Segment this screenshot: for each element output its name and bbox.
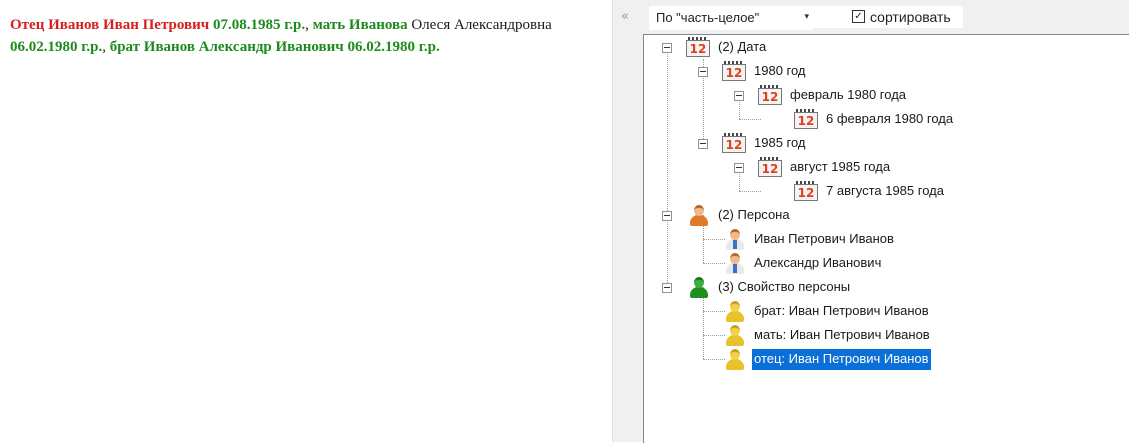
tree-node-label: брат: Иван Петрович Иванов: [754, 303, 929, 318]
chevron-down-icon[interactable]: ▾: [804, 11, 809, 23]
calendar-icon: 12: [756, 156, 784, 178]
tree-node-label: август 1985 года: [790, 159, 891, 174]
calendar-icon: 12: [756, 84, 784, 106]
grouping-dropdown-value: По "часть-целое": [656, 10, 760, 25]
tree-node-label: 7 августа 1985 года: [826, 183, 944, 198]
calendar-icon: 12: [792, 108, 820, 130]
person-property-icon: [720, 348, 748, 370]
person-group-icon: [684, 204, 712, 226]
entity-father-birthdate[interactable]: 07.08.1985 г.р.: [209, 17, 305, 33]
person-icon: [720, 228, 748, 250]
tree-connector: [667, 47, 668, 287]
person-property-icon: [720, 324, 748, 346]
structure-pane: По "часть-целое" ▾ ✓ сортировать 12 (2) …: [637, 0, 1129, 443]
collapse-feb-1980-icon[interactable]: [734, 91, 744, 101]
entity-brother[interactable]: брат Иванов Александр Иванович 06.02.198…: [110, 39, 440, 55]
tree-node-label: отец: Иван Петрович Иванов: [752, 349, 931, 370]
tree-node-label: 6 февраля 1980 года: [826, 111, 954, 126]
entity-mother-birthdate[interactable]: 06.02.1980 г.р.: [10, 39, 102, 55]
tree-node-label: (2) Персона: [718, 207, 790, 222]
entity-tree[interactable]: 12 (2) Дата 12 1980 год 12 февраль 1980 …: [643, 34, 1129, 443]
calendar-icon: 12: [684, 36, 712, 58]
tree-node-label: февраль 1980 года: [790, 87, 907, 102]
tree-node-label: 1985 год: [754, 135, 806, 150]
collapse-dates-icon[interactable]: [662, 43, 672, 53]
document-pane[interactable]: Отец Иванов Иван Петрович 07.08.1985 г.р…: [0, 0, 612, 442]
entity-mother[interactable]: мать Иванова: [313, 17, 408, 33]
collapse-properties-icon[interactable]: [662, 283, 672, 293]
collapse-pane-icon[interactable]: «: [618, 10, 632, 24]
calendar-icon: 12: [720, 132, 748, 154]
collapse-1985-icon[interactable]: [698, 139, 708, 149]
person-property-icon: [720, 300, 748, 322]
tree-node-label: Александр Иванович: [754, 255, 882, 270]
person-property-group-icon: [684, 276, 712, 298]
collapse-persons-icon[interactable]: [662, 211, 672, 221]
sort-label[interactable]: сортировать: [870, 9, 951, 25]
tree-node-label: 1980 год: [754, 63, 806, 78]
separator-text: ,: [102, 39, 110, 55]
person-icon: [720, 252, 748, 274]
grouping-dropdown[interactable]: По "часть-целое" ▾: [649, 6, 813, 30]
tree-connector: [739, 191, 761, 192]
separator-text: ,: [305, 17, 313, 33]
tree-node-label: (3) Свойство персоны: [718, 279, 851, 294]
sort-checkbox[interactable]: ✓: [852, 10, 865, 23]
collapse-aug-1985-icon[interactable]: [734, 163, 744, 173]
collapse-1980-icon[interactable]: [698, 67, 708, 77]
entity-father[interactable]: Отец Иванов Иван Петрович: [10, 17, 209, 33]
calendar-icon: 12: [792, 180, 820, 202]
tree-node-label: мать: Иван Петрович Иванов: [754, 327, 930, 342]
document-text[interactable]: Отец Иванов Иван Петрович 07.08.1985 г.р…: [10, 14, 606, 58]
mother-name-text: Олеся Александровна: [407, 17, 552, 33]
tree-connector: [739, 119, 761, 120]
tree-node-label: (2) Дата: [718, 39, 767, 54]
calendar-icon: 12: [720, 60, 748, 82]
tree-node-label: Иван Петрович Иванов: [754, 231, 894, 246]
sort-checkbox-control[interactable]: ✓ сортировать: [813, 6, 963, 28]
pane-splitter[interactable]: «: [612, 0, 637, 442]
